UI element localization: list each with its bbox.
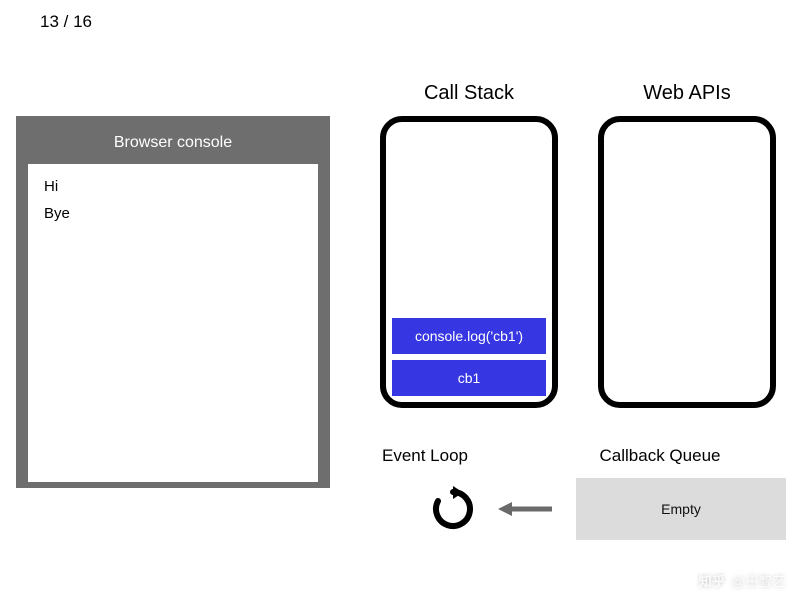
- callback-queue-status: Empty: [661, 501, 701, 517]
- web-apis-box: [598, 116, 776, 408]
- watermark-platform: 知乎: [699, 571, 726, 590]
- browser-console-output: Hi Bye: [28, 164, 318, 482]
- watermark-user: @王智艺: [732, 571, 786, 590]
- browser-console-title: Browser console: [28, 128, 318, 164]
- call-stack-title: Call Stack: [380, 82, 558, 105]
- console-line: Hi: [44, 178, 302, 195]
- call-stack-box: console.log('cb1') cb1: [380, 116, 558, 408]
- browser-console-panel: Browser console Hi Bye: [16, 116, 330, 488]
- arrow-left-icon: [498, 500, 554, 518]
- callback-queue-box: Empty: [576, 478, 786, 540]
- stack-frame: cb1: [392, 360, 546, 396]
- refresh-loop-icon: [430, 486, 476, 532]
- web-apis-title: Web APIs: [598, 82, 776, 105]
- page-counter: 13 / 16: [40, 12, 92, 32]
- callback-queue-title: Callback Queue: [560, 446, 760, 466]
- watermark: 知乎 @王智艺: [699, 571, 786, 590]
- console-line: Bye: [44, 205, 302, 222]
- event-loop-title: Event Loop: [360, 446, 490, 466]
- stack-frame: console.log('cb1'): [392, 318, 546, 354]
